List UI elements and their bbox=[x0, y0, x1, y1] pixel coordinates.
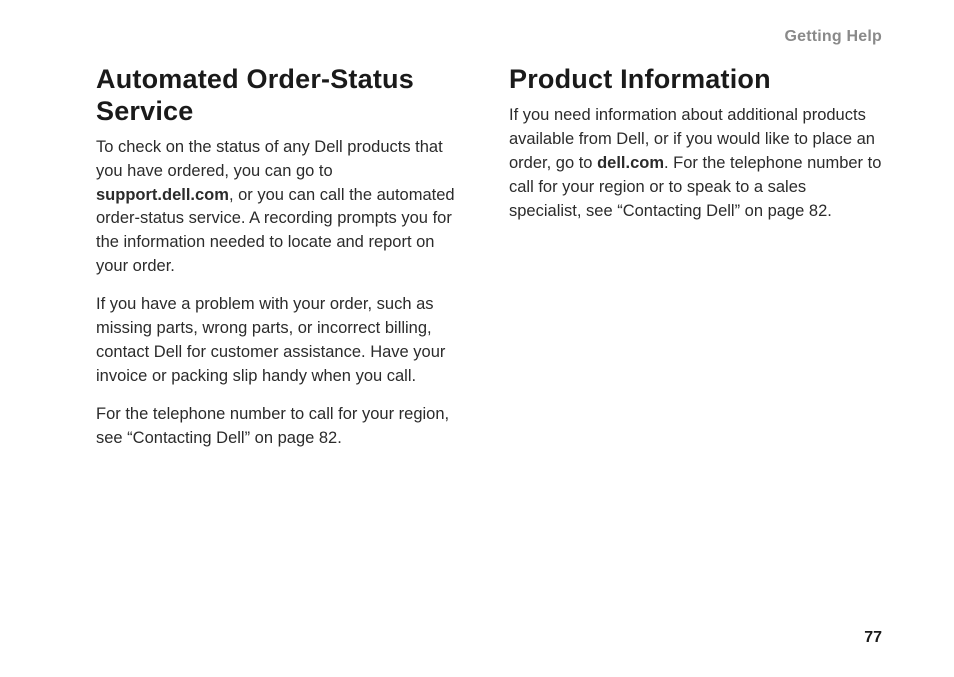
left-column: Automated Order-Status Service To check … bbox=[96, 64, 469, 451]
page-number: 77 bbox=[864, 629, 882, 647]
paragraph: If you have a problem with your order, s… bbox=[96, 293, 469, 389]
right-column: Product Information If you need informat… bbox=[509, 64, 882, 451]
text-run: To check on the status of any Dell produ… bbox=[96, 138, 443, 180]
running-header: Getting Help bbox=[96, 28, 882, 46]
document-page: Getting Help Automated Order-Status Serv… bbox=[0, 0, 954, 677]
paragraph: For the telephone number to call for you… bbox=[96, 403, 469, 451]
bold-url-text: dell.com bbox=[597, 154, 664, 172]
two-column-layout: Automated Order-Status Service To check … bbox=[96, 64, 882, 451]
paragraph: If you need information about additional… bbox=[509, 104, 882, 224]
bold-url-text: support.dell.com bbox=[96, 186, 229, 204]
paragraph: To check on the status of any Dell produ… bbox=[96, 136, 469, 280]
section-heading-product-info: Product Information bbox=[509, 64, 882, 96]
section-heading-order-status: Automated Order-Status Service bbox=[96, 64, 469, 128]
